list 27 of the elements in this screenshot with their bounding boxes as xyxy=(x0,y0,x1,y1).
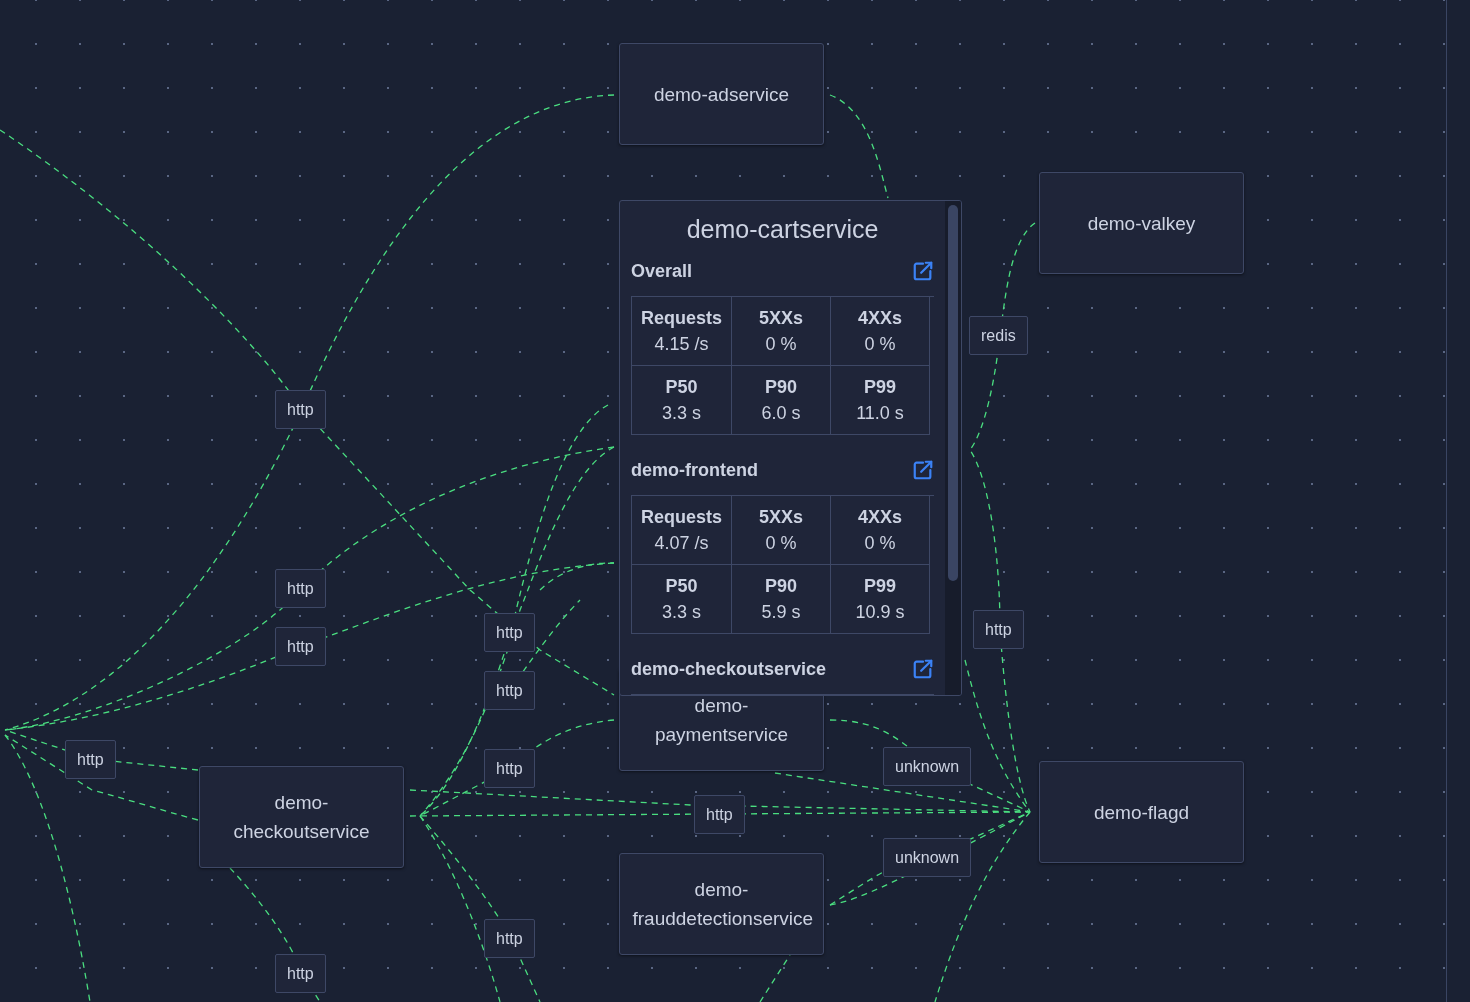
metric-value: 4.07 /s xyxy=(654,532,709,554)
metric-value: 3.3 s xyxy=(662,601,701,623)
metric-value: 11.0 s xyxy=(856,402,904,424)
metric-name: P90 xyxy=(765,376,797,398)
metric-value: 0 % xyxy=(765,532,797,554)
metric-value: 3.3 s xyxy=(662,402,701,424)
metric-value: 0 % xyxy=(864,333,896,355)
metric-name: P50 xyxy=(665,376,698,398)
metric-value: 4.15 /s xyxy=(654,333,709,355)
metric-name: Requests xyxy=(641,506,722,528)
metric-name: P99 xyxy=(864,376,896,398)
metric-name: 4XXs xyxy=(857,506,902,528)
metric-name: P99 xyxy=(864,575,896,597)
metric-value: 5.9 s xyxy=(761,601,801,623)
metric-value: 6.0 s xyxy=(761,402,801,424)
metric-name: 4XXs xyxy=(857,307,902,329)
metric-value: 0 % xyxy=(864,532,896,554)
section-title: demo-frontend xyxy=(631,459,758,481)
section-title: Overall xyxy=(631,260,693,282)
metric-value: 10.9 s xyxy=(855,601,905,623)
popup-title: demo-cartservice xyxy=(685,215,880,244)
metric-name: 5XXs xyxy=(758,506,803,528)
metric-name: P90 xyxy=(765,575,797,597)
metric-name: Requests xyxy=(641,307,722,329)
metric-name: P50 xyxy=(665,575,698,597)
metric-value: 0 % xyxy=(765,333,797,355)
metric-name: 5XXs xyxy=(758,307,803,329)
